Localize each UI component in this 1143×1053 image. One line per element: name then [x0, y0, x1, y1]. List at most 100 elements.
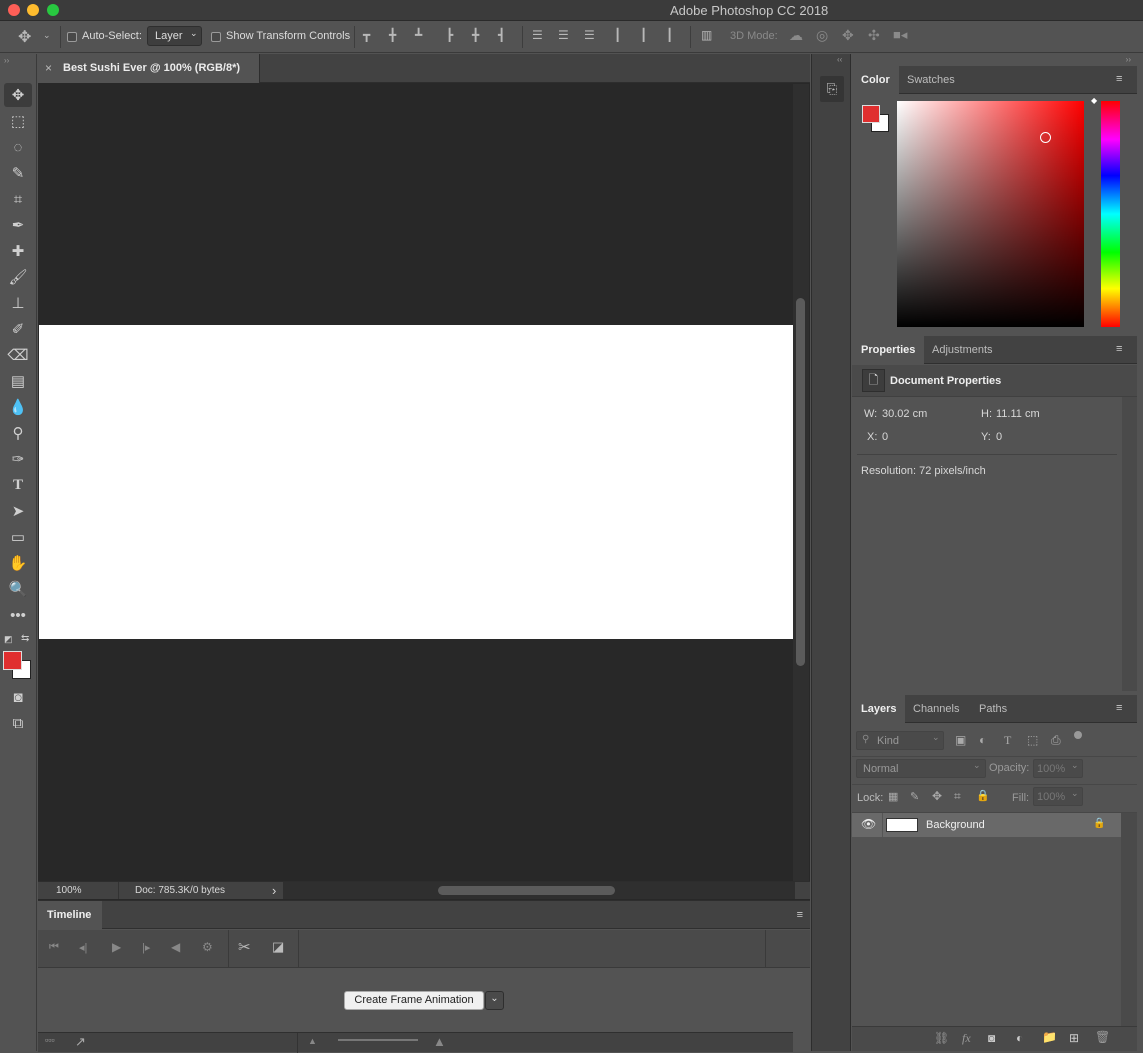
previous-frame-icon[interactable]: ◂|	[79, 941, 87, 954]
align-left-icon[interactable]: ┣	[446, 28, 453, 42]
foreground-color-chip[interactable]	[862, 105, 880, 123]
width-value[interactable]: 30.02 cm	[882, 408, 927, 420]
hue-slider-handle[interactable]: ◆	[1091, 96, 1097, 105]
height-value[interactable]: 11.11 cm	[996, 408, 1040, 420]
first-frame-icon[interactable]: ⏮	[49, 941, 59, 954]
document-tab[interactable]: × Best Sushi Ever @ 100% (RGB/8*)	[38, 54, 260, 83]
horizontal-scrollbar-thumb[interactable]	[438, 886, 615, 895]
lock-all-icon[interactable]: 🔒	[976, 789, 990, 802]
zoom-level[interactable]: 100%	[56, 885, 82, 896]
tab-properties[interactable]: Properties	[852, 336, 925, 364]
align-top-icon[interactable]: ┳	[363, 28, 370, 42]
filter-smart-object-icon[interactable]: ⎙	[1051, 733, 1061, 748]
filter-type-icon[interactable]: T	[1004, 733, 1011, 748]
tab-channels[interactable]: Channels	[904, 695, 968, 723]
animation-type-dropdown[interactable]: ⌄	[485, 991, 504, 1010]
crop-tool-icon[interactable]: ⌗	[4, 187, 32, 211]
x-value[interactable]: 0	[882, 431, 888, 443]
split-scissors-icon[interactable]: ✂	[238, 938, 251, 956]
orbit-3d-icon[interactable]: ☁	[789, 27, 803, 44]
distribute-bottom-icon[interactable]: ☰	[584, 28, 595, 42]
distribute-horizontal-center-icon[interactable]: ┃	[640, 28, 647, 42]
filter-pixel-icon[interactable]: ▣	[955, 733, 966, 747]
add-mask-icon[interactable]: ◙	[988, 1031, 995, 1045]
zoom-in-timeline-icon[interactable]: ▲	[433, 1034, 446, 1049]
close-tab-icon[interactable]: ×	[45, 61, 52, 75]
properties-scrollbar[interactable]	[1122, 397, 1137, 691]
collapse-tools-icon[interactable]: ››	[4, 56, 9, 65]
scale-3d-icon[interactable]: ■◂	[893, 27, 907, 43]
settings-gear-icon[interactable]: ⚙	[202, 940, 213, 954]
minimize-window-button[interactable]	[27, 4, 39, 16]
audio-icon[interactable]: ◀	[171, 940, 180, 954]
eyedropper-tool-icon[interactable]: ✒	[4, 213, 32, 237]
filter-adjustment-icon[interactable]: ◐	[979, 733, 986, 747]
status-menu-arrow-icon[interactable]: ›	[272, 883, 276, 898]
roll-3d-icon[interactable]: ◎	[816, 27, 828, 44]
quick-selection-tool-icon[interactable]: ✎	[4, 161, 32, 185]
pen-tool-icon[interactable]: ✑	[4, 447, 32, 471]
zoom-out-timeline-icon[interactable]: ▲	[308, 1036, 317, 1046]
align-bottom-icon[interactable]: ┻	[415, 28, 422, 42]
create-frame-animation-button[interactable]: Create Frame Animation	[344, 991, 484, 1010]
blur-tool-icon[interactable]: 💧	[4, 395, 32, 419]
collapse-panels-icon[interactable]: ››	[1126, 55, 1131, 64]
auto-select-checkbox[interactable]	[67, 32, 77, 42]
next-frame-icon[interactable]: |▸	[142, 941, 150, 954]
more-tools-icon[interactable]: •••	[4, 603, 32, 627]
distribute-vertical-center-icon[interactable]: ☰	[558, 28, 569, 42]
frame-mode-icon[interactable]: ▫▫▫	[45, 1035, 55, 1045]
fill-field[interactable]: 100% ⌄	[1033, 787, 1083, 806]
marquee-tool-icon[interactable]: ⬚	[4, 109, 32, 133]
auto-select-dropdown[interactable]: Layer ⌄	[147, 26, 202, 46]
filter-shape-icon[interactable]: ⬚	[1027, 733, 1038, 747]
lasso-tool-icon[interactable]: ◌	[4, 135, 32, 159]
collapse-strip-icon[interactable]: ‹‹	[837, 55, 842, 64]
move-tool-icon[interactable]: ✥	[4, 83, 32, 107]
tool-preset-chevron-icon[interactable]: ⌄	[43, 30, 51, 41]
lock-position-icon[interactable]: ✥	[932, 789, 942, 803]
distribute-top-icon[interactable]: ☰	[532, 28, 543, 42]
render-video-icon[interactable]: ↗	[75, 1034, 86, 1050]
layers-panel-menu-icon[interactable]: ≡	[1116, 703, 1126, 714]
vertical-scrollbar-thumb[interactable]	[796, 298, 805, 666]
layer-style-fx-icon[interactable]: fx	[962, 1031, 971, 1046]
properties-panel-menu-icon[interactable]: ≡	[1116, 344, 1126, 355]
blend-mode-dropdown[interactable]: Normal ⌄	[856, 759, 986, 778]
layer-name[interactable]: Background	[926, 819, 985, 831]
history-brush-tool-icon[interactable]: ✐	[4, 317, 32, 341]
distribute-right-icon[interactable]: ┃	[666, 28, 673, 42]
opacity-field[interactable]: 100% ⌄	[1033, 759, 1083, 778]
lock-image-pixels-icon[interactable]: ✎	[910, 790, 919, 803]
swap-colors-icon[interactable]: ⇆	[21, 633, 29, 644]
distribute-left-icon[interactable]: ┃	[614, 28, 621, 42]
delete-layer-trash-icon[interactable]: 🗑	[1095, 1030, 1110, 1044]
tab-adjustments[interactable]: Adjustments	[923, 336, 1002, 364]
rectangle-tool-icon[interactable]: ▭	[4, 525, 32, 549]
show-transform-checkbox[interactable]	[211, 32, 221, 42]
tab-paths[interactable]: Paths	[970, 695, 1016, 723]
play-icon[interactable]: ▶	[112, 940, 121, 954]
move-tool-icon[interactable]: ✥	[18, 27, 31, 47]
hue-slider[interactable]	[1101, 101, 1120, 327]
timeline-zoom-slider[interactable]	[338, 1039, 418, 1041]
new-layer-icon[interactable]: ⊞	[1069, 1031, 1079, 1045]
pan-3d-icon[interactable]: ✥	[842, 27, 854, 44]
layer-filter-dropdown[interactable]: ⚲ Kind ⌄	[856, 731, 944, 750]
path-selection-tool-icon[interactable]: ➤	[4, 499, 32, 523]
layer-row[interactable]: 👁 Background 🔒	[852, 813, 1121, 837]
close-window-button[interactable]	[8, 4, 20, 16]
new-group-folder-icon[interactable]: 📁	[1042, 1030, 1057, 1044]
slide-3d-icon[interactable]: ✣	[868, 27, 880, 44]
tab-layers[interactable]: Layers	[852, 695, 906, 723]
gradient-tool-icon[interactable]: ▤	[4, 369, 32, 393]
link-layers-icon[interactable]: ⛓	[934, 1031, 949, 1045]
clone-stamp-tool-icon[interactable]: ⊥	[4, 291, 32, 315]
tab-color[interactable]: Color	[852, 66, 899, 94]
zoom-tool-icon[interactable]: 🔍	[4, 577, 32, 601]
adjustment-layer-icon[interactable]: ◐	[1016, 1031, 1023, 1045]
layers-scrollbar[interactable]	[1121, 813, 1137, 1029]
filter-toggle-icon[interactable]	[1074, 731, 1082, 739]
zoom-window-button[interactable]	[47, 4, 59, 16]
auto-align-layers-icon[interactable]: ▥	[701, 28, 712, 42]
